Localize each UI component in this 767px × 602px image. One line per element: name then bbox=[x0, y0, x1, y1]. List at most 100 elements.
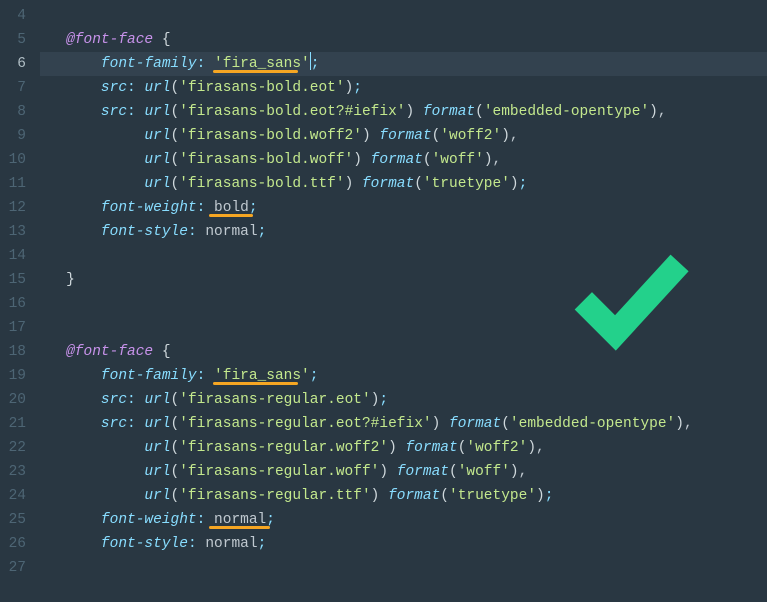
line-number: 8 bbox=[0, 100, 26, 124]
token bbox=[40, 416, 101, 432]
token: ( bbox=[171, 416, 180, 432]
token: 'woff2' bbox=[440, 128, 501, 144]
line-number: 20 bbox=[0, 388, 26, 412]
token: ( bbox=[171, 176, 180, 192]
line-number: 10 bbox=[0, 148, 26, 172]
token bbox=[40, 32, 66, 48]
checkmark-icon bbox=[560, 225, 700, 365]
token: } bbox=[40, 272, 75, 288]
token: ; bbox=[311, 56, 320, 72]
token: ) bbox=[379, 464, 388, 480]
token bbox=[40, 488, 144, 504]
code-line[interactable]: url('firasans-bold.ttf') format('truetyp… bbox=[40, 172, 767, 196]
token bbox=[440, 416, 449, 432]
code-line[interactable]: url('firasans-bold.woff') format('woff')… bbox=[40, 148, 767, 172]
highlight-underline bbox=[209, 526, 270, 529]
line-number: 23 bbox=[0, 460, 26, 484]
token: ( bbox=[171, 392, 180, 408]
token bbox=[353, 176, 362, 192]
token: ) bbox=[649, 104, 658, 120]
token: font-weight bbox=[101, 200, 197, 216]
token: ) bbox=[432, 416, 441, 432]
code-line[interactable]: font-style: normal; bbox=[40, 532, 767, 556]
line-number: 9 bbox=[0, 124, 26, 148]
token bbox=[40, 56, 101, 72]
token: src bbox=[101, 104, 127, 120]
token: 'embedded-opentype' bbox=[484, 104, 649, 120]
token: url bbox=[144, 80, 170, 96]
token: format bbox=[388, 488, 440, 504]
token: 'firasans-bold.eot?#iefix' bbox=[179, 104, 405, 120]
token: 'firasans-bold.woff2' bbox=[179, 128, 362, 144]
code-line[interactable]: src: url('firasans-bold.eot?#iefix') for… bbox=[40, 100, 767, 124]
token bbox=[40, 224, 101, 240]
token: 'embedded-opentype' bbox=[510, 416, 675, 432]
line-number: 24 bbox=[0, 484, 26, 508]
token: 'woff2' bbox=[466, 440, 527, 456]
line-number: 18 bbox=[0, 340, 26, 364]
token: ; bbox=[545, 488, 554, 504]
token bbox=[40, 104, 101, 120]
token bbox=[40, 152, 144, 168]
token: ) bbox=[353, 152, 362, 168]
token: ) bbox=[388, 440, 397, 456]
line-number: 13 bbox=[0, 220, 26, 244]
highlight-underline bbox=[209, 214, 253, 217]
code-line[interactable]: font-family: 'fira_sans'; bbox=[40, 364, 767, 388]
line-number: 25 bbox=[0, 508, 26, 532]
token: ( bbox=[449, 464, 458, 480]
token: 'firasans-bold.eot' bbox=[179, 80, 344, 96]
token: src bbox=[101, 80, 127, 96]
token: @font-face bbox=[66, 32, 153, 48]
token bbox=[379, 488, 388, 504]
token: ( bbox=[501, 416, 510, 432]
line-number: 14 bbox=[0, 244, 26, 268]
code-line[interactable] bbox=[40, 4, 767, 28]
token: , bbox=[684, 416, 693, 432]
code-line[interactable]: font-weight: normal; bbox=[40, 508, 767, 532]
token: src bbox=[101, 392, 127, 408]
token: : bbox=[188, 224, 197, 240]
token: ) bbox=[345, 80, 354, 96]
code-line[interactable]: @font-face { bbox=[40, 28, 767, 52]
token: 'truetype' bbox=[423, 176, 510, 192]
code-line[interactable] bbox=[40, 556, 767, 580]
token: : bbox=[127, 104, 136, 120]
token: ; bbox=[310, 368, 319, 384]
code-line[interactable]: url('firasans-regular.woff2') format('wo… bbox=[40, 436, 767, 460]
code-line[interactable]: font-weight: bold; bbox=[40, 196, 767, 220]
line-number: 5 bbox=[0, 28, 26, 52]
code-line[interactable]: url('firasans-regular.woff') format('wof… bbox=[40, 460, 767, 484]
code-line[interactable]: src: url('firasans-regular.eot'); bbox=[40, 388, 767, 412]
line-number: 27 bbox=[0, 556, 26, 580]
token: ( bbox=[432, 128, 441, 144]
code-line[interactable]: src: url('firasans-bold.eot'); bbox=[40, 76, 767, 100]
token: 'firasans-bold.ttf' bbox=[179, 176, 344, 192]
token: 'firasans-regular.woff' bbox=[179, 464, 379, 480]
token: font-family bbox=[101, 368, 197, 384]
code-line[interactable]: font-family: 'fira_sans'; bbox=[40, 52, 767, 76]
token: 'firasans-regular.eot' bbox=[179, 392, 370, 408]
line-number: 7 bbox=[0, 76, 26, 100]
token: { bbox=[153, 32, 170, 48]
code-line[interactable]: url('firasans-bold.woff2') format('woff2… bbox=[40, 124, 767, 148]
token: format bbox=[423, 104, 475, 120]
token: ( bbox=[171, 464, 180, 480]
token: 'woff' bbox=[432, 152, 484, 168]
line-number: 21 bbox=[0, 412, 26, 436]
token: format bbox=[362, 176, 414, 192]
line-number: 17 bbox=[0, 316, 26, 340]
token: , bbox=[493, 152, 502, 168]
token: ) bbox=[406, 104, 415, 120]
token: ; bbox=[258, 224, 267, 240]
token: ( bbox=[171, 80, 180, 96]
code-line[interactable]: url('firasans-regular.ttf') format('true… bbox=[40, 484, 767, 508]
code-line[interactable]: src: url('firasans-regular.eot?#iefix') … bbox=[40, 412, 767, 436]
token: ( bbox=[171, 104, 180, 120]
token: ) bbox=[527, 440, 536, 456]
line-number: 4 bbox=[0, 4, 26, 28]
token: 'firasans-regular.ttf' bbox=[179, 488, 370, 504]
token: , bbox=[536, 440, 545, 456]
token: format bbox=[405, 440, 457, 456]
token bbox=[40, 128, 144, 144]
